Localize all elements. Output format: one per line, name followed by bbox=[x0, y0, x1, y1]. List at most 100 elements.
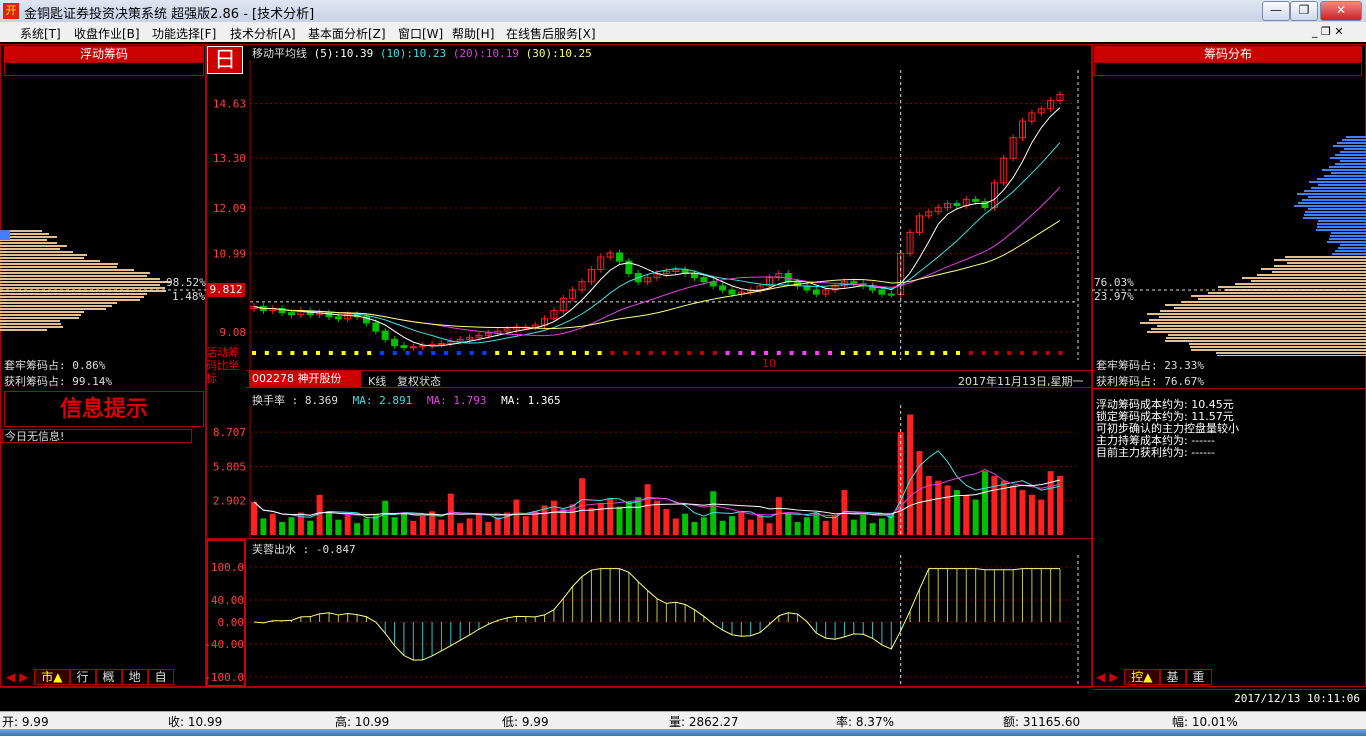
right-chip-bar bbox=[1302, 199, 1366, 201]
menu-closing[interactable]: 收盘作业[B] bbox=[74, 25, 140, 42]
price-tick-label: 12.09 bbox=[213, 202, 246, 215]
left-chip-bar bbox=[0, 320, 60, 322]
menu-technical[interactable]: 技术分析[A] bbox=[230, 25, 296, 42]
mdi-controls[interactable]: _ ❐ ✕ bbox=[1312, 25, 1344, 38]
menu-online-service[interactable]: 在线售后服务[X] bbox=[506, 25, 596, 42]
active-chips-dot bbox=[264, 351, 269, 355]
active-chips-dot bbox=[418, 351, 423, 355]
tab-concept[interactable]: 概 bbox=[95, 669, 122, 685]
menu-fundamental[interactable]: 基本面分析[Z] bbox=[308, 25, 386, 42]
left-chip-blue bbox=[0, 230, 10, 240]
candlestick-chart[interactable]: 14.63 13.30 12.09 10.99 9.08 bbox=[206, 60, 1092, 370]
active-chips-dot bbox=[533, 351, 538, 355]
active-chips-dot bbox=[354, 351, 359, 355]
turnover-bar bbox=[654, 500, 660, 535]
left-chip-bar bbox=[0, 284, 160, 286]
menu-help[interactable]: 帮助[H] bbox=[452, 25, 494, 42]
right-chip-bar bbox=[1303, 217, 1366, 219]
tab-control[interactable]: 控▲ bbox=[1124, 669, 1160, 685]
active-chips-dot bbox=[968, 351, 973, 355]
right-chip-bar bbox=[1298, 202, 1366, 204]
turnover-bar bbox=[869, 523, 876, 535]
right-chip-bar bbox=[1242, 277, 1366, 279]
info-title: 信息提示 bbox=[4, 391, 204, 427]
candle-body bbox=[878, 289, 886, 295]
right-chip-bar bbox=[1191, 349, 1366, 351]
restore-button[interactable]: ❐ bbox=[1290, 1, 1318, 21]
turnover-bar bbox=[560, 509, 567, 535]
turnover-bar bbox=[682, 513, 689, 535]
active-chips-dot bbox=[648, 351, 653, 355]
turnover-bar bbox=[419, 516, 426, 535]
taskbar bbox=[0, 729, 1366, 736]
turnover-bar bbox=[1019, 490, 1026, 535]
window-title: 金铜匙证券投资决策系统 超强版2.86 - [技术分析] bbox=[24, 7, 315, 22]
right-chip-bar bbox=[1338, 247, 1366, 249]
kline-label[interactable]: K线 bbox=[368, 373, 386, 389]
turnover-bar bbox=[1038, 499, 1045, 535]
turnover-bar bbox=[1028, 494, 1035, 535]
right-tab-next-icon[interactable]: ▶ bbox=[1107, 670, 1120, 684]
turnover-chart[interactable]: 8.707 5.805 2.902 bbox=[206, 405, 1092, 538]
active-chips-dot bbox=[367, 351, 372, 355]
minimize-button[interactable]: — bbox=[1262, 1, 1290, 21]
active-chips-dot bbox=[776, 351, 781, 355]
right-chip-bar bbox=[1190, 346, 1366, 348]
turnover-bar bbox=[700, 517, 707, 535]
tab-region[interactable]: 地 bbox=[121, 669, 148, 685]
turnover-bar bbox=[860, 514, 867, 535]
right-tab-prev-icon[interactable]: ◀ bbox=[1094, 670, 1107, 684]
ma20-value: (20):10.19 bbox=[452, 47, 519, 60]
indicator-tick-label: 100.0 bbox=[211, 561, 244, 574]
active-chips-dot bbox=[943, 351, 948, 355]
menu-system[interactable]: 系统[T] bbox=[20, 25, 61, 42]
right-chip-bar bbox=[1311, 187, 1366, 189]
active-chips-dot bbox=[815, 351, 820, 355]
active-chips-dot bbox=[341, 351, 346, 355]
candle-body bbox=[381, 330, 389, 340]
tab-market[interactable]: 市▲ bbox=[34, 669, 70, 685]
active-chips-dot bbox=[277, 351, 282, 355]
indicator-chart[interactable]: 100.0 40.00 0.00 -40.00 -100.0 bbox=[206, 555, 1092, 687]
turnover-bar bbox=[991, 475, 998, 535]
right-chip-bar bbox=[1216, 352, 1366, 354]
menu-functions[interactable]: 功能选择[F] bbox=[152, 25, 216, 42]
left-tab-prev-icon[interactable]: ◀ bbox=[4, 670, 17, 684]
left-pct-lower: 1.48% bbox=[172, 290, 206, 303]
right-chip-bar bbox=[1181, 301, 1366, 303]
adjust-status[interactable]: 复权状态 bbox=[397, 373, 441, 389]
right-chip-bar bbox=[1317, 178, 1366, 180]
turnover-bar bbox=[532, 511, 539, 535]
right-chip-bar bbox=[1337, 142, 1366, 144]
price-tick-label: 13.30 bbox=[213, 152, 246, 165]
right-pct-lower: 23.97% bbox=[1094, 290, 1134, 303]
right-chip-bar bbox=[1147, 331, 1366, 333]
right-pct-upper: 76.03% bbox=[1094, 276, 1134, 289]
tab-basic[interactable]: 基 bbox=[1159, 669, 1186, 685]
menu-window[interactable]: 窗口[W] bbox=[398, 25, 443, 42]
turnover-bar bbox=[757, 514, 764, 535]
right-chip-bar bbox=[1331, 172, 1366, 174]
right-chip-bar bbox=[1287, 262, 1366, 264]
right-chip-bar bbox=[1330, 157, 1366, 159]
turnover-bar bbox=[522, 516, 529, 535]
tab-heavy[interactable]: 重 bbox=[1185, 669, 1212, 685]
active-chips-label: 活动筹码比坐标 bbox=[206, 346, 239, 385]
tab-custom[interactable]: 自 bbox=[147, 669, 174, 685]
right-chip-bar bbox=[1308, 208, 1366, 210]
turnover-bar bbox=[794, 522, 801, 535]
turnover-bar bbox=[963, 494, 970, 535]
turnover-bar bbox=[878, 518, 885, 535]
tab-industry[interactable]: 行 bbox=[69, 669, 96, 685]
turnover-bar bbox=[316, 494, 323, 535]
left-tab-next-icon[interactable]: ▶ bbox=[17, 670, 30, 684]
right-chip-distribution bbox=[1092, 136, 1366, 356]
turnover-bar bbox=[325, 511, 332, 535]
right-chip-bar bbox=[1318, 184, 1366, 186]
close-button[interactable]: ✕ bbox=[1320, 1, 1362, 21]
turnover-bar bbox=[438, 519, 445, 535]
stock-selector[interactable]: 002278 神开股份 bbox=[249, 371, 361, 387]
active-chips-dot bbox=[789, 351, 794, 355]
active-chips-dot bbox=[1045, 351, 1050, 355]
turnover-bar bbox=[672, 518, 679, 535]
